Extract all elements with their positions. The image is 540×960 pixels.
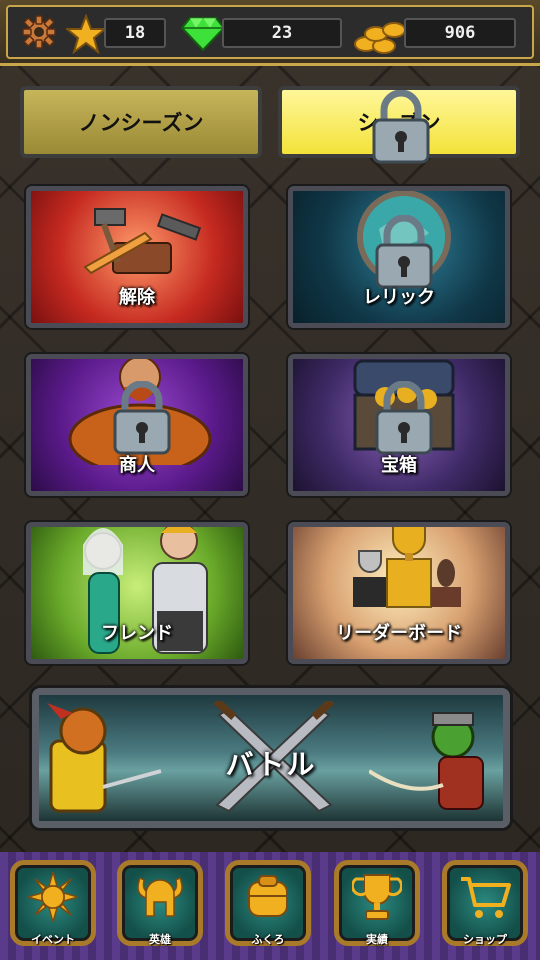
relic-label: レリック [363,287,435,308]
lock-icon [113,381,171,455]
nav-shop-label: ショップ [463,933,507,946]
nav-achievement-label: 実績 [366,933,388,946]
lock-icon [375,215,433,289]
leaderboard-label: リーダーボード [336,623,462,644]
trophy-icon [352,873,402,920]
shopping-cart-icon [461,876,511,918]
nav-hero-label: 英雄 [149,933,171,946]
horned-helmet-icon [137,876,183,917]
stars-value: 18 [124,23,146,43]
nav-achievement-button[interactable]: 実績 [334,860,420,946]
treasure-label: 宝箱 [381,455,417,476]
merchant-label: 商人 [119,455,155,476]
nav-event-button[interactable]: イベント [10,860,96,946]
star-icon [66,14,106,54]
nonseason-label: ノンシーズン [78,111,204,135]
coins-icon [354,22,406,54]
gems-value: 23 [271,23,293,43]
remove-label: 解除 [119,287,155,308]
nav-shop-button[interactable]: ショップ [442,860,528,946]
lock-icon [372,90,430,164]
battle-button[interactable]: バトル [32,688,510,828]
lock-icon [375,381,433,455]
gear-icon[interactable] [22,15,56,49]
nav-hero-button[interactable]: 英雄 [117,860,203,946]
coins-counter: 906 [404,18,516,48]
sun-icon [28,871,78,922]
nav-bag-button[interactable]: ふくろ [225,860,311,946]
stars-counter: 18 [104,18,166,48]
battle-label: バトル [225,748,317,781]
nav-bag-label: ふくろ [251,933,285,946]
coins-value: 906 [444,23,476,43]
friend-label: フレンド [101,623,173,644]
nav-event-label: イベント [31,933,75,946]
merchant-tile[interactable]: 商人 [26,354,248,496]
nonseason-button[interactable]: ノンシーズン [20,86,262,158]
gem-icon [180,17,226,52]
friend-tile[interactable]: フレンド [26,522,248,664]
treasure-tile[interactable]: 宝箱 [288,354,510,496]
leaderboard-tile[interactable]: リーダーボード [288,522,510,664]
hammer-anvil-icon [83,208,202,275]
relic-tile[interactable]: レリック [288,186,510,328]
trophies-icon [353,527,461,608]
gems-counter: 23 [222,18,342,48]
bag-icon [248,874,288,917]
remove-tile[interactable]: 解除 [26,186,248,328]
